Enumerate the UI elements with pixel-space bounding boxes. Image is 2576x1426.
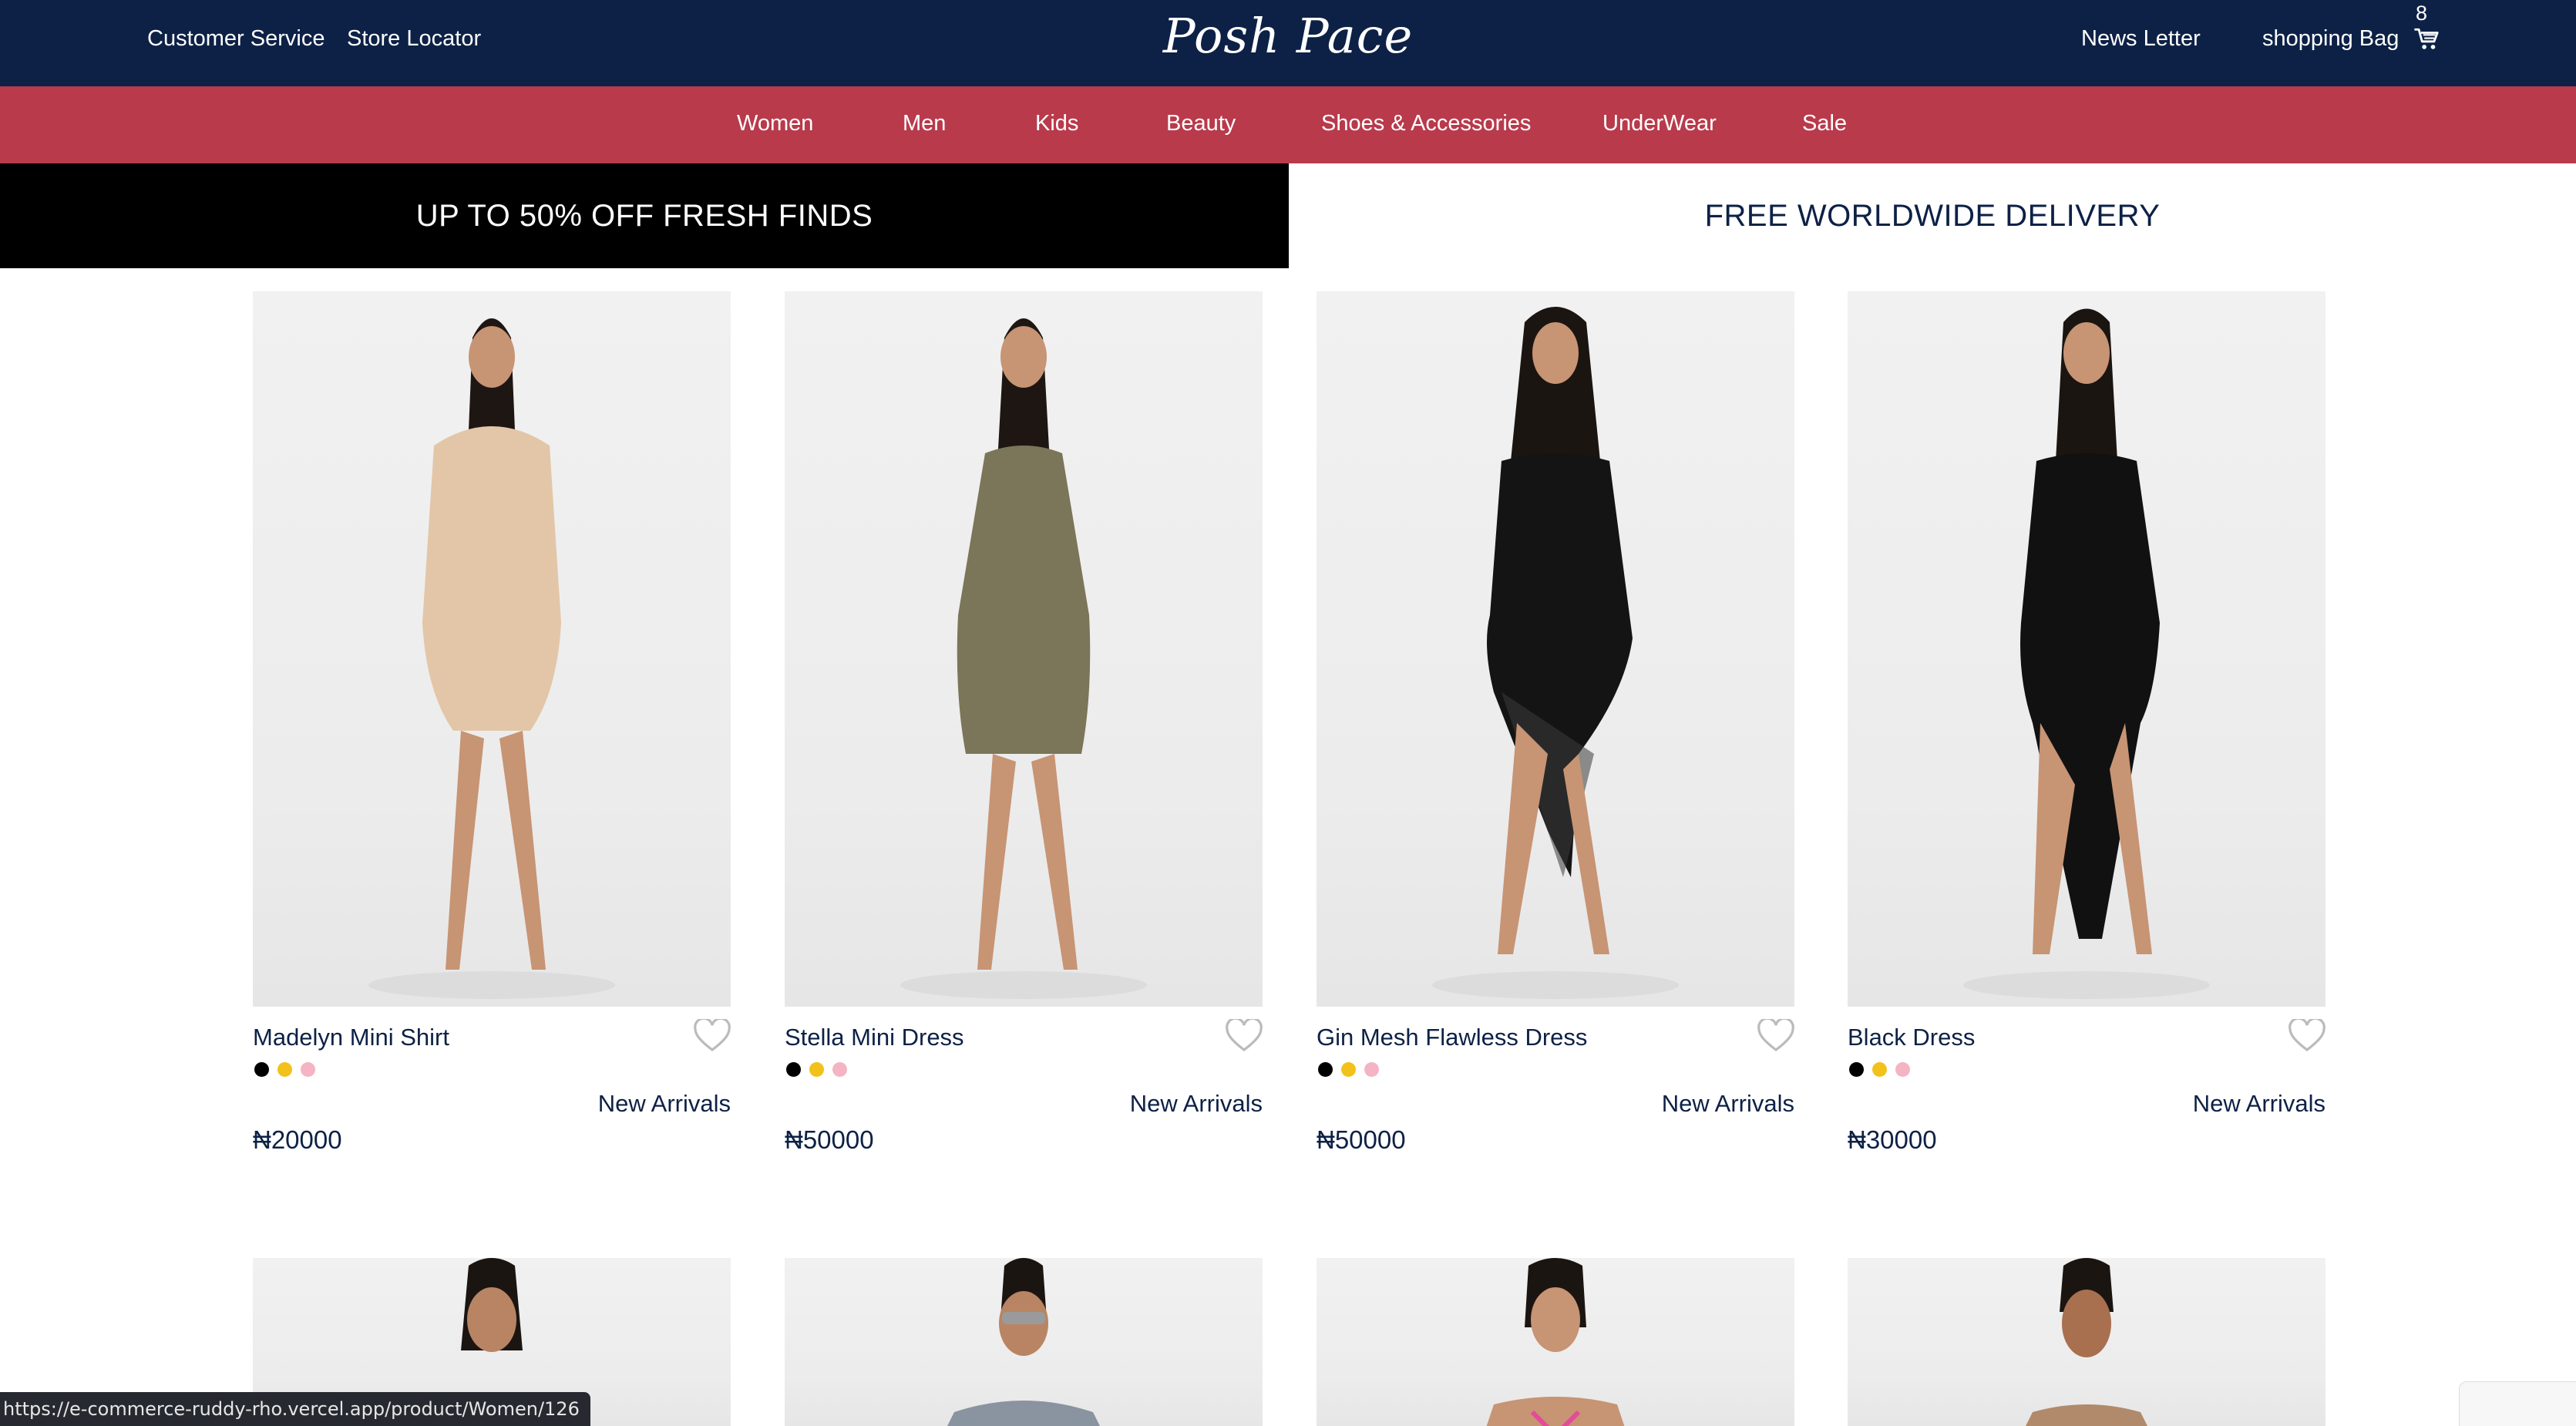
product-price: ₦50000 xyxy=(1317,1125,1406,1154)
product-name[interactable]: Gin Mesh Flawless Dress xyxy=(1317,1024,1587,1051)
product-image[interactable] xyxy=(1848,291,2325,1007)
swatch-yellow[interactable] xyxy=(809,1062,824,1077)
swatch-yellow[interactable] xyxy=(277,1062,292,1077)
product-name[interactable]: Madelyn Mini Shirt xyxy=(253,1024,449,1051)
product-price: ₦20000 xyxy=(253,1125,342,1154)
top-header: Customer Service Store Locator Posh Pace… xyxy=(0,0,2576,86)
product-image[interactable] xyxy=(1317,1258,1794,1426)
swatch-yellow[interactable] xyxy=(1872,1062,1887,1077)
product-tag: New Arrivals xyxy=(1661,1090,1794,1117)
page: Customer Service Store Locator Posh Pace… xyxy=(0,0,2576,1426)
heart-icon[interactable] xyxy=(2288,1019,2325,1053)
swatch-pink[interactable] xyxy=(1364,1062,1379,1077)
product-name[interactable]: Stella Mini Dress xyxy=(785,1024,964,1051)
swatch-pink[interactable] xyxy=(832,1062,847,1077)
swatch-black[interactable] xyxy=(254,1062,269,1077)
swatch-yellow[interactable] xyxy=(1341,1062,1356,1077)
nav-sale[interactable]: Sale xyxy=(1802,111,1847,136)
product-image[interactable] xyxy=(1317,291,1794,1007)
chat-widget[interactable] xyxy=(2459,1381,2576,1426)
shopping-bag-link[interactable]: shopping Bag xyxy=(2262,26,2399,52)
product-image[interactable] xyxy=(1848,1258,2325,1426)
product-price: ₦50000 xyxy=(785,1125,874,1154)
product-name[interactable]: Black Dress xyxy=(1848,1024,1975,1051)
nav-men[interactable]: Men xyxy=(903,111,946,136)
product-tag: New Arrivals xyxy=(597,1090,731,1117)
swatch-pink[interactable] xyxy=(301,1062,315,1077)
category-nav: Women Men Kids Beauty Shoes & Accessorie… xyxy=(0,86,2576,163)
heart-icon[interactable] xyxy=(1757,1019,1794,1053)
promo-banner-delivery[interactable]: FREE WORLDWIDE DELIVERY xyxy=(1289,163,2576,268)
nav-beauty[interactable]: Beauty xyxy=(1166,111,1236,136)
heart-icon[interactable] xyxy=(1226,1019,1263,1053)
cart-count-badge: 8 xyxy=(2416,2,2428,25)
product-tag: New Arrivals xyxy=(2192,1090,2325,1117)
nav-underwear[interactable]: UnderWear xyxy=(1602,111,1717,136)
status-url-bar: https://e-commerce-ruddy-rho.vercel.app/… xyxy=(0,1392,590,1426)
swatch-pink[interactable] xyxy=(1895,1062,1910,1077)
product-tag: New Arrivals xyxy=(1129,1090,1263,1117)
nav-women[interactable]: Women xyxy=(737,111,813,136)
product-price: ₦30000 xyxy=(1848,1125,1937,1154)
swatch-black[interactable] xyxy=(1849,1062,1864,1077)
nav-kids[interactable]: Kids xyxy=(1035,111,1078,136)
shopping-cart-icon[interactable] xyxy=(2413,26,2440,52)
promo-banner-sale[interactable]: UP TO 50% OFF FRESH FINDS xyxy=(0,163,1289,268)
nav-shoes-accessories[interactable]: Shoes & Accessories xyxy=(1321,111,1531,136)
product-image[interactable] xyxy=(785,291,1263,1007)
heart-icon[interactable] xyxy=(694,1019,731,1053)
swatch-black[interactable] xyxy=(1318,1062,1333,1077)
newsletter-link[interactable]: News Letter xyxy=(2081,26,2201,52)
product-image[interactable] xyxy=(785,1258,1263,1426)
swatch-black[interactable] xyxy=(786,1062,801,1077)
product-image[interactable] xyxy=(253,291,731,1007)
